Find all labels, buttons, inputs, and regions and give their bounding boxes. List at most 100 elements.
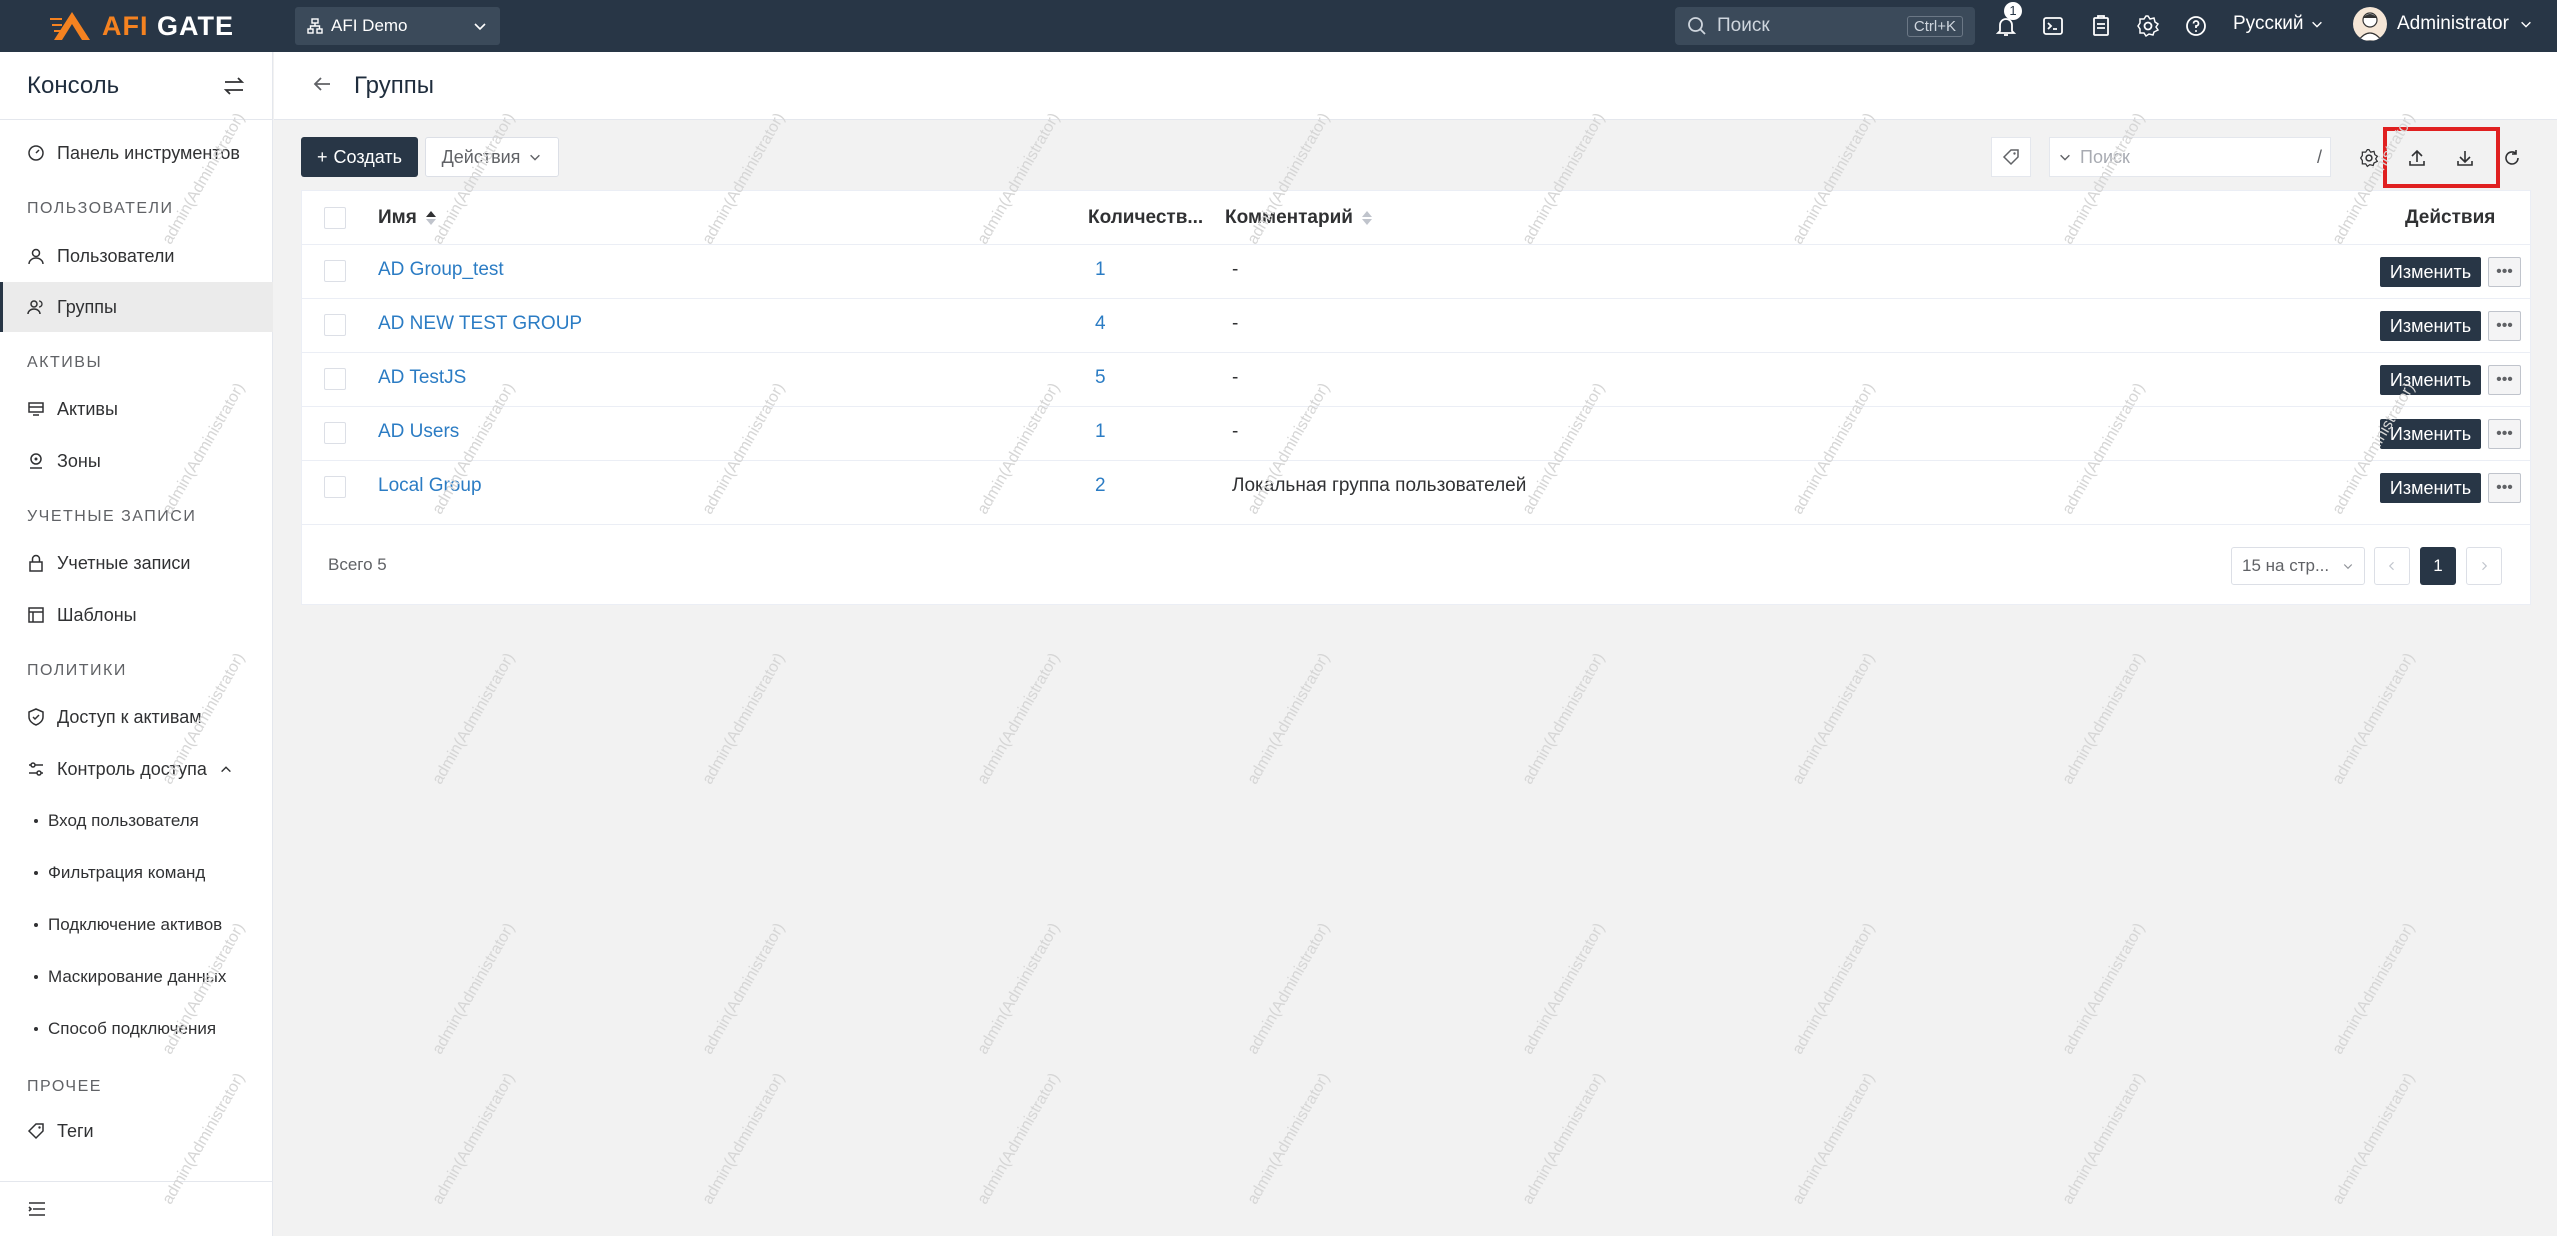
table-row: AD TestJS 5 - Изменить ••• [302, 352, 2530, 406]
total-count: Всего 5 [328, 555, 387, 574]
sidebar-footer [0, 1181, 273, 1236]
group-name-link[interactable]: AD TestJS [378, 367, 466, 389]
column-header-comment[interactable]: Комментарий [1225, 207, 1373, 229]
actions-dropdown[interactable]: Действия [425, 137, 559, 177]
settings-button[interactable] [2134, 12, 2162, 40]
watermark-text: admin(Administrator) [429, 920, 519, 1058]
back-button[interactable] [310, 72, 334, 101]
user-icon [28, 248, 44, 265]
help-button[interactable] [2182, 12, 2210, 40]
sidebar-item-assets[interactable]: Активы [0, 384, 273, 434]
column-header-count: Количеств... [1088, 207, 1204, 228]
watermark-text: admin(Administrator) [699, 920, 789, 1058]
sidebar-item-users[interactable]: Пользователи [0, 231, 273, 281]
collapse-sidebar-button[interactable] [27, 1200, 47, 1223]
swap-icon [223, 77, 245, 95]
sidebar-subitem-command-filter[interactable]: Фильтрация команд [34, 863, 205, 883]
language-select[interactable]: Русский [2233, 13, 2324, 35]
group-name-link[interactable]: AD Group_test [378, 259, 504, 281]
edit-button[interactable]: Изменить [2380, 473, 2481, 503]
sidebar-item-label: Панель инструментов [57, 142, 240, 163]
watermark-text: admin(Administrator) [429, 650, 519, 788]
row-checkbox[interactable] [324, 422, 346, 444]
sidebar-subitem-asset-connect[interactable]: Подключение активов [34, 915, 222, 935]
sidebar-subitem-user-login[interactable]: Вход пользователя [34, 811, 199, 831]
page-size-select[interactable]: 15 на стр... [2231, 547, 2365, 585]
more-actions-button[interactable]: ••• [2488, 257, 2521, 287]
more-actions-button[interactable]: ••• [2488, 311, 2521, 341]
logo[interactable]: AFI GATE [50, 10, 234, 42]
sort-icon [1361, 211, 1372, 225]
sidebar-item-zones[interactable]: Зоны [0, 436, 273, 486]
tasks-button[interactable] [2087, 12, 2115, 40]
next-page-button[interactable] [2466, 547, 2502, 585]
user-menu[interactable]: Administrator [2353, 7, 2533, 41]
watermark-text: admin(Administrator) [1789, 920, 1879, 1058]
sidebar-item-tags[interactable]: Теги [0, 1106, 273, 1156]
sidebar-section-assets: АКТИВЫ [27, 354, 103, 371]
sidebar-subitem-data-masking[interactable]: Маскирование данных [34, 967, 226, 987]
watermark-text: admin(Administrator) [1789, 1070, 1879, 1208]
group-comment: - [1232, 259, 1239, 280]
edit-button[interactable]: Изменить [2380, 365, 2481, 395]
table-settings-button[interactable] [2351, 140, 2387, 176]
group-member-count[interactable]: 5 [1095, 367, 1106, 389]
location-icon [30, 453, 42, 469]
sidebar-item-accounts[interactable]: Учетные записи [0, 538, 273, 588]
switch-view-button[interactable] [222, 74, 246, 103]
sidebar-item-label: Активы [57, 398, 118, 419]
current-page-button[interactable]: 1 [2420, 547, 2456, 585]
organization-select[interactable]: AFI Demo [295, 7, 500, 45]
notifications-button[interactable]: 1 [1992, 2, 2022, 40]
column-header-name[interactable]: Имя [378, 207, 437, 229]
sidebar-subitem-connect-method[interactable]: Способ подключения [34, 1019, 216, 1039]
sidebar-item-label: Группы [57, 296, 117, 317]
table-search-input[interactable]: Поиск / [2049, 137, 2331, 177]
select-all-checkbox[interactable] [324, 207, 346, 229]
watermark-text: admin(Administrator) [1519, 920, 1609, 1058]
clipboard-icon [2093, 15, 2109, 36]
terminal-button[interactable] [2039, 12, 2067, 40]
sliders-icon [29, 762, 43, 776]
chevron-left-icon [2388, 561, 2394, 571]
group-member-count[interactable]: 2 [1095, 475, 1106, 497]
more-actions-button[interactable]: ••• [2488, 365, 2521, 395]
watermark-text: admin(Administrator) [2329, 1070, 2419, 1208]
sidebar-item-access-control[interactable]: Контроль доступа [0, 744, 273, 794]
page-header: Группы [274, 52, 2557, 120]
group-name-link[interactable]: AD Users [378, 421, 459, 443]
edit-button[interactable]: Изменить [2380, 419, 2481, 449]
watermark-text: admin(Administrator) [1244, 920, 1334, 1058]
more-actions-button[interactable]: ••• [2488, 419, 2521, 449]
dashboard-icon [28, 145, 44, 161]
help-icon [2186, 16, 2206, 36]
user-avatar-icon [2357, 12, 2383, 41]
row-checkbox[interactable] [324, 368, 346, 390]
prev-page-button[interactable] [2374, 547, 2410, 585]
sidebar-item-asset-access[interactable]: Доступ к активам [0, 692, 273, 742]
search-shortcut: Ctrl+K [1906, 15, 1963, 37]
group-member-count[interactable]: 1 [1095, 259, 1106, 281]
tag-filter-button[interactable] [1991, 137, 2031, 177]
watermark-text: admin(Administrator) [2059, 920, 2149, 1058]
row-checkbox[interactable] [324, 476, 346, 498]
row-checkbox[interactable] [324, 260, 346, 282]
sidebar-item-groups[interactable]: Группы [0, 282, 273, 332]
logo-icon [50, 12, 90, 40]
row-checkbox[interactable] [324, 314, 346, 336]
group-name-link[interactable]: Local Group [378, 475, 482, 497]
pagination: Всего 5 15 на стр... 1 [302, 524, 2530, 604]
sidebar-item-templates[interactable]: Шаблоны [0, 590, 273, 640]
edit-button[interactable]: Изменить [2380, 311, 2481, 341]
edit-button[interactable]: Изменить [2380, 257, 2481, 287]
group-name-link[interactable]: AD NEW TEST GROUP [378, 313, 582, 335]
create-button[interactable]: + Создать [301, 137, 418, 177]
group-member-count[interactable]: 1 [1095, 421, 1106, 443]
watermark-text: admin(Administrator) [2329, 650, 2419, 788]
more-actions-button[interactable]: ••• [2488, 473, 2521, 503]
global-search-input[interactable]: Поиск Ctrl+K [1675, 7, 1975, 45]
chevron-down-icon [530, 154, 541, 161]
sidebar: Консоль Панель инструментов ПОЛЬЗОВАТЕЛИ… [0, 52, 273, 1236]
group-member-count[interactable]: 4 [1095, 313, 1106, 335]
sidebar-item-dashboard[interactable]: Панель инструментов [0, 128, 273, 178]
